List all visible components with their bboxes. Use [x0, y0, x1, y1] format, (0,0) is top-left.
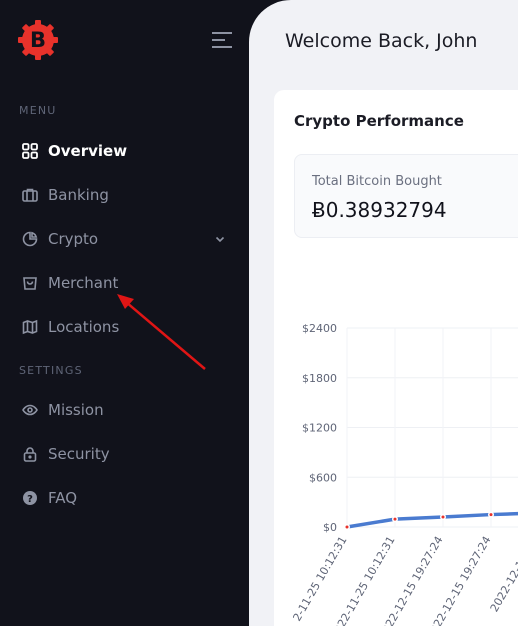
chevron-down-icon[interactable]	[214, 233, 226, 245]
sidebar-item-label: Overview	[48, 142, 128, 160]
sidebar-item-faq[interactable]: ? FAQ	[0, 483, 249, 513]
y-tick-label: $2400	[302, 322, 337, 335]
sidebar: B MENU Overview Banking Crypto Merchant …	[0, 0, 249, 626]
y-tick-label: $0	[323, 521, 337, 534]
logo-icon[interactable]: B	[17, 19, 59, 61]
pie-chart-icon	[21, 230, 39, 248]
sidebar-item-label: Crypto	[48, 230, 99, 248]
sidebar-item-label: Banking	[48, 186, 109, 204]
menu-section-label: MENU	[19, 104, 57, 117]
sidebar-item-banking[interactable]: Banking	[0, 180, 249, 210]
data-point-center	[489, 513, 493, 517]
grid-icon	[21, 142, 39, 160]
y-tick-label: $600	[309, 471, 337, 484]
lock-icon	[21, 445, 39, 463]
help-circle-icon: ?	[21, 489, 39, 507]
sidebar-item-label: Security	[48, 445, 110, 463]
y-tick-label: $1200	[302, 422, 337, 435]
sidebar-item-mission[interactable]: Mission	[0, 395, 249, 425]
briefcase-icon	[21, 186, 39, 204]
x-tick-label: 2022-12-16 10:	[488, 534, 518, 614]
sidebar-item-label: Mission	[48, 401, 104, 419]
eye-icon	[21, 401, 39, 419]
sidebar-item-overview[interactable]: Overview	[0, 136, 249, 166]
menu-toggle-icon[interactable]	[212, 31, 234, 49]
sidebar-item-locations[interactable]: Locations	[0, 312, 249, 342]
data-point-center	[393, 517, 397, 521]
shopping-bag-icon	[21, 274, 39, 292]
logo-letter: B	[30, 28, 46, 52]
svg-text:?: ?	[27, 494, 33, 505]
settings-section-label: SETTINGS	[19, 364, 83, 377]
x-tick-label: 2-11-25 10:12:31	[290, 534, 349, 624]
sidebar-item-crypto[interactable]: Crypto	[0, 224, 249, 254]
y-tick-label: $1800	[302, 372, 337, 385]
sidebar-item-security[interactable]: Security	[0, 439, 249, 469]
data-point-center	[345, 525, 349, 529]
map-icon	[21, 318, 39, 336]
sidebar-item-merchant[interactable]: Merchant	[0, 268, 249, 298]
performance-chart: $2400 $1800 $1200 $600 $02-11-25 10:12:31 202…	[290, 322, 518, 626]
sidebar-item-label: Locations	[48, 318, 120, 336]
sidebar-item-label: Merchant	[48, 274, 119, 292]
data-point-center	[441, 515, 445, 519]
sidebar-item-label: FAQ	[48, 489, 78, 507]
main-panel: Welcome Back, John Crypto Performance To…	[249, 0, 518, 626]
